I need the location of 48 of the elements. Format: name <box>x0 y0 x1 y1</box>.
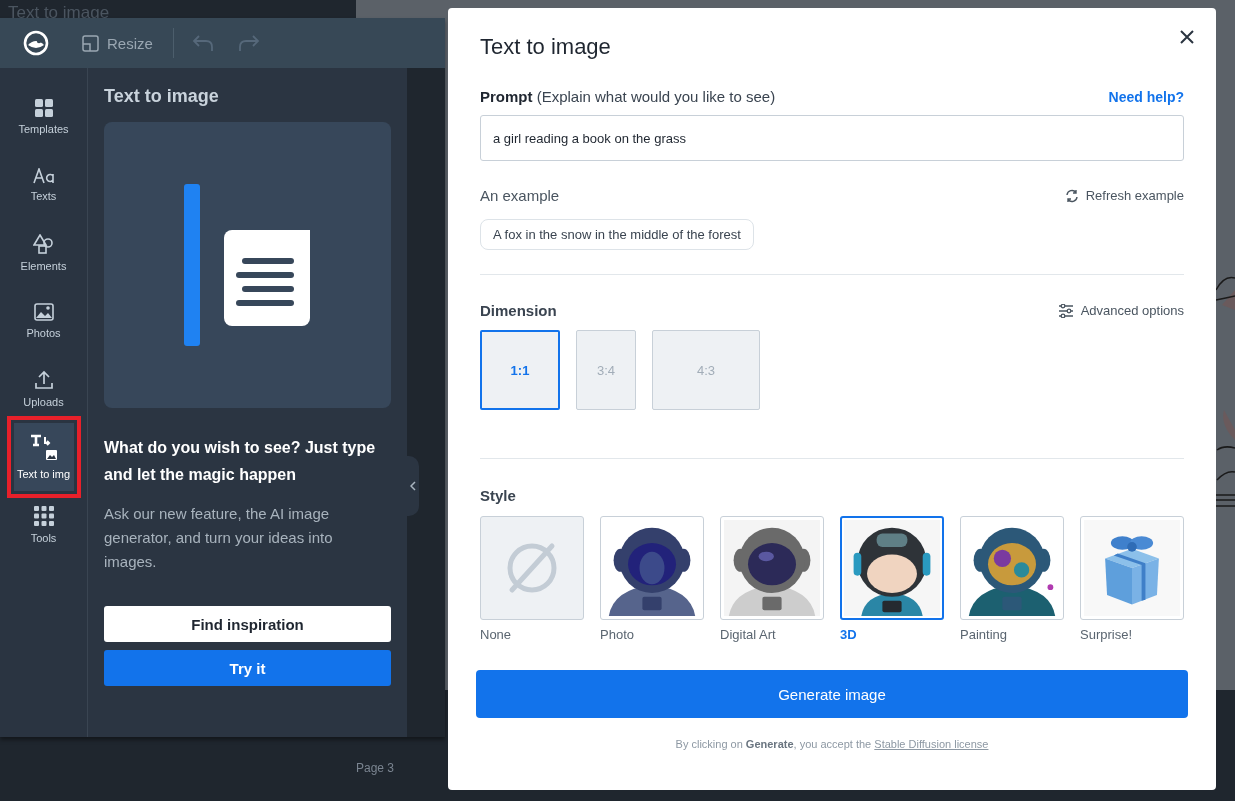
refresh-icon <box>1064 188 1079 203</box>
sidebar-item[interactable]: Texts <box>13 151 74 219</box>
dialog-title: Text to image <box>480 34 612 60</box>
style-name: Surprise! <box>1080 627 1134 642</box>
shapes-icon <box>32 234 55 254</box>
font-icon <box>32 168 55 184</box>
refresh-example-button[interactable]: Refresh example <box>1064 188 1184 203</box>
generate-button[interactable]: Generate image <box>476 670 1188 718</box>
close-icon <box>1180 30 1194 44</box>
style-name: Photo <box>600 627 635 642</box>
panel-title: Text to image <box>104 86 220 107</box>
resize-icon <box>82 34 99 52</box>
resize-button[interactable]: Resize <box>82 34 153 52</box>
undo-icon <box>191 34 214 52</box>
sidebar-item[interactable]: Photos <box>13 287 74 355</box>
text-to-image-icon <box>29 434 58 462</box>
style-label: Style <box>480 487 517 504</box>
help-link[interactable]: Need help? <box>1108 88 1184 105</box>
try-it-button[interactable]: Try it <box>104 650 391 686</box>
dimension-label: Dimension <box>480 302 557 319</box>
example-chip[interactable]: A fox in the snow in the middle of the forest <box>480 219 754 250</box>
page-label: Page 3 <box>356 761 395 775</box>
sliders-icon <box>1057 303 1074 318</box>
upload-icon <box>33 370 54 390</box>
chevron-left-icon <box>410 481 416 491</box>
sidebar-item[interactable]: Uploads <box>13 355 74 423</box>
templates-icon <box>34 99 53 117</box>
prompt-field[interactable]: a girl reading a book on the grass <box>480 115 1184 161</box>
advanced-options-button[interactable]: Advanced options <box>1057 303 1184 318</box>
logo-icon <box>22 29 50 57</box>
grid-icon <box>33 506 54 526</box>
example-label: An example <box>480 187 560 204</box>
sidebar-item[interactable]: Templates <box>13 83 74 151</box>
panel-description: Ask our new feature, the AI image generator, and turn your ideas into images. <box>104 504 334 572</box>
find-inspiration-button[interactable]: Find inspiration <box>104 606 391 642</box>
style-name: 3D <box>840 627 858 642</box>
sidebar-item[interactable]: Tools <box>13 491 74 559</box>
collapse-button[interactable] <box>407 456 419 516</box>
sidebar-item[interactable]: Elements <box>13 219 74 287</box>
style-name: Painting <box>960 627 1008 642</box>
image-icon <box>33 303 54 321</box>
dimension-option[interactable]: 1:1 <box>480 330 560 410</box>
style-name: Digital Art <box>720 627 777 642</box>
prompt-label: Prompt (Explain what would you like to see) <box>480 88 776 105</box>
style-name: None <box>480 627 513 642</box>
redo-icon <box>237 34 260 52</box>
panel-heading: What do you wish to see? Just type and let the magic happen <box>104 438 377 485</box>
license-note: By clicking on Generate, you accept the Stable Diffusion license <box>674 738 990 750</box>
